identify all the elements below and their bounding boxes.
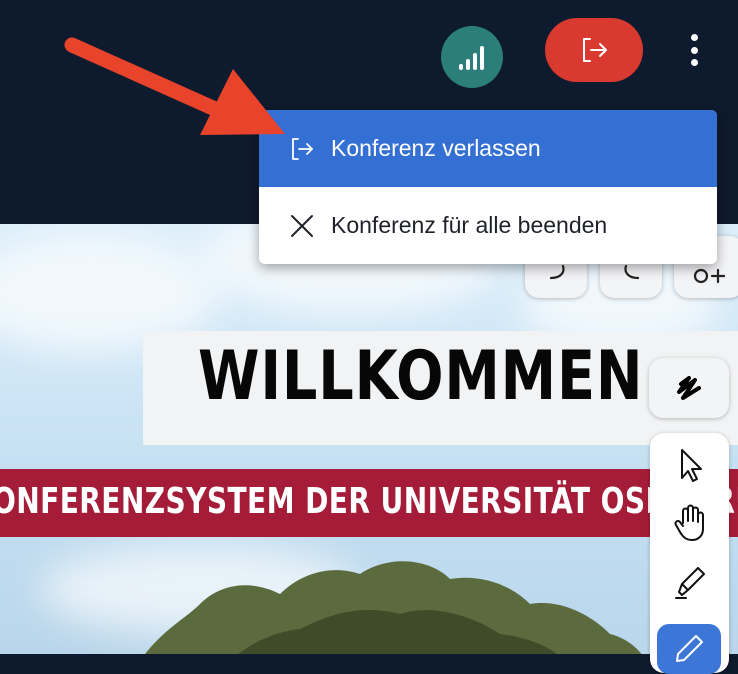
leave-conference-button[interactable]	[545, 18, 643, 82]
select-pointer-icon	[680, 449, 702, 482]
whiteboard-toggle-button[interactable]	[649, 358, 729, 418]
slide-title: WILLKOMMEN	[198, 337, 644, 416]
trees-image	[145, 561, 642, 654]
menu-item-label: Konferenz verlassen	[331, 135, 541, 161]
menu-item-end-conference-for-all[interactable]: Konferenz für alle beenden	[259, 187, 717, 264]
more-options-button[interactable]	[680, 30, 708, 70]
connection-status-button[interactable]	[441, 26, 503, 88]
close-icon	[289, 213, 315, 239]
signal-bars-icon	[459, 46, 484, 70]
pencil-icon	[676, 635, 703, 662]
leave-arrow-icon	[583, 38, 607, 62]
highlighter-tool[interactable]	[650, 557, 729, 609]
leave-options-menu: Konferenz verlassen Konferenz für alle b…	[259, 110, 717, 264]
banner-text: ONFERENZSYSTEM DER UNIVERSITÄT OSNABRÜ	[0, 481, 738, 522]
pencil-tool[interactable]	[657, 624, 721, 674]
select-tool[interactable]	[650, 439, 729, 491]
slide-banner: ONFERENZSYSTEM DER UNIVERSITÄT OSNABRÜ	[0, 469, 738, 537]
scribble-icon	[677, 376, 701, 400]
pan-tool[interactable]	[650, 497, 729, 549]
menu-item-leave-conference[interactable]: Konferenz verlassen	[259, 110, 717, 187]
vertical-dots-icon	[690, 34, 698, 41]
highlighter-icon	[674, 567, 705, 599]
menu-item-label: Konferenz für alle beenden	[331, 212, 608, 238]
leave-arrow-icon	[289, 136, 315, 162]
hand-pan-icon	[674, 504, 704, 541]
